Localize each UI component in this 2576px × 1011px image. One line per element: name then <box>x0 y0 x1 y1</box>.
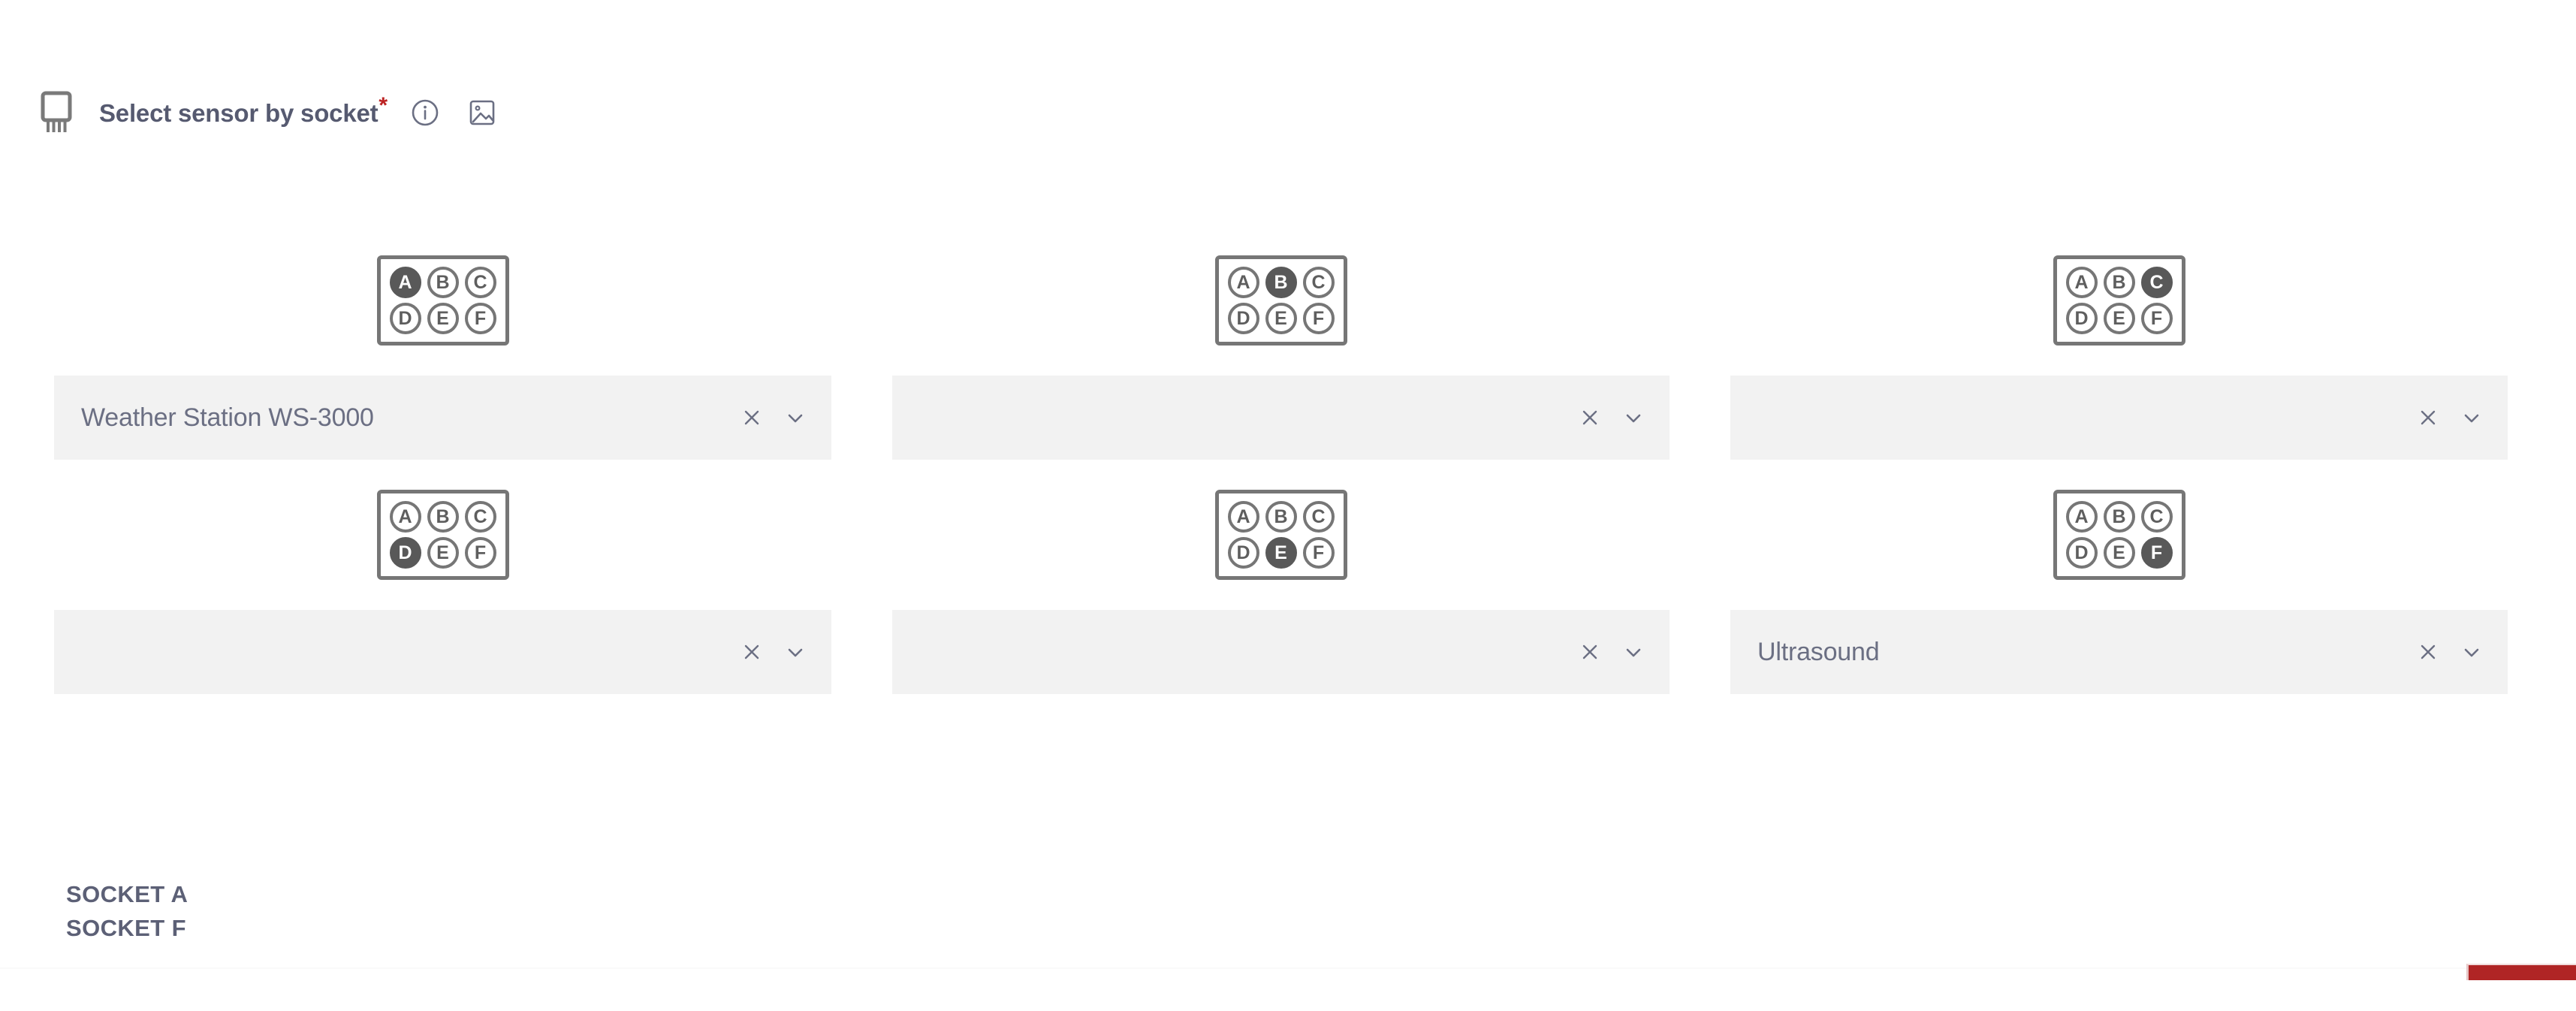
sensor-select-e[interactable] <box>892 610 1670 694</box>
socket-pin-d[interactable]: D <box>2065 537 2098 569</box>
socket-pin-e[interactable]: E <box>1265 303 1297 334</box>
required-marker: * <box>379 92 388 118</box>
socket-pin-f[interactable]: F <box>464 303 496 334</box>
socket-pin-d[interactable]: D <box>1227 537 1259 569</box>
page-title: Select sensor by socket* <box>99 94 388 127</box>
list-item: SOCKET A <box>66 881 189 907</box>
socket-pin-c[interactable]: C <box>2140 501 2173 533</box>
sensor-select-c[interactable] <box>1730 376 2508 460</box>
socket-selector-grid: A B C D E F Weather Station WS-3000 A B … <box>0 225 2576 694</box>
socket-cell-b: A B C D E F <box>892 225 1670 460</box>
socket-cell-c: A B C D E F <box>1730 225 2508 460</box>
socket-diagram-c[interactable]: A B C D E F <box>1730 225 2508 376</box>
socket-pin-d[interactable]: D <box>389 537 421 569</box>
primary-action-button[interactable] <box>2466 964 2576 980</box>
info-circle-icon[interactable] <box>410 98 440 128</box>
sensor-select-value-a: Weather Station WS-3000 <box>81 405 374 430</box>
socket-pin-b[interactable]: B <box>1265 501 1297 533</box>
bottom-divider <box>0 967 2576 969</box>
socket-pin-c[interactable]: C <box>464 501 496 533</box>
socket-pin-b[interactable]: B <box>427 501 459 533</box>
sensor-select-value-f: Ultrasound <box>1757 639 1880 665</box>
chevron-down-icon[interactable] <box>779 635 812 668</box>
sensor-chip-icon <box>39 91 74 134</box>
socket-pin-f[interactable]: F <box>1302 537 1335 569</box>
socket-pin-f[interactable]: F <box>1302 303 1335 334</box>
socket-pin-c[interactable]: C <box>1302 501 1335 533</box>
socket-pin-e[interactable]: E <box>2103 537 2135 569</box>
list-item: SOCKET F <box>66 915 186 941</box>
socket-pin-map: A B C D E F <box>376 255 509 346</box>
socket-pin-map: A B C D E F <box>2053 255 2185 346</box>
socket-pin-map: A B C D E F <box>1214 490 1347 580</box>
socket-diagram-a[interactable]: A B C D E F <box>54 225 831 376</box>
socket-cell-d: A B C D E F <box>54 460 831 694</box>
socket-pin-a[interactable]: A <box>389 501 421 533</box>
socket-row-bottom: A B C D E F A B C D E F A B C D E F Ultr… <box>0 460 2576 694</box>
socket-pin-f[interactable]: F <box>464 537 496 569</box>
clear-x-icon[interactable] <box>2412 401 2445 434</box>
socket-pin-c[interactable]: C <box>464 267 496 298</box>
socket-pin-b[interactable]: B <box>427 267 459 298</box>
socket-cell-f: A B C D E F Ultrasound <box>1730 460 2508 694</box>
socket-diagram-e[interactable]: A B C D E F <box>892 460 1670 610</box>
clear-x-icon[interactable] <box>1573 635 1606 668</box>
socket-pin-map: A B C D E F <box>1214 255 1347 346</box>
socket-pin-b[interactable]: B <box>2103 501 2135 533</box>
sensor-select-d[interactable] <box>54 610 831 694</box>
socket-cell-e: A B C D E F <box>892 460 1670 694</box>
clear-x-icon[interactable] <box>735 635 768 668</box>
field-label-text: Select sensor by socket <box>99 98 379 127</box>
socket-pin-d[interactable]: D <box>389 303 421 334</box>
socket-cell-a: A B C D E F Weather Station WS-3000 <box>54 225 831 460</box>
chevron-down-icon[interactable] <box>1617 635 1650 668</box>
socket-pin-a[interactable]: A <box>2065 501 2098 533</box>
sensor-select-b[interactable] <box>892 376 1670 460</box>
socket-pin-d[interactable]: D <box>2065 303 2098 334</box>
socket-pin-a[interactable]: A <box>1227 501 1259 533</box>
socket-pin-f[interactable]: F <box>2140 537 2173 569</box>
clear-x-icon[interactable] <box>1573 401 1606 434</box>
socket-pin-map: A B C D E F <box>376 490 509 580</box>
socket-pin-e[interactable]: E <box>2103 303 2135 334</box>
socket-diagram-f[interactable]: A B C D E F <box>1730 460 2508 610</box>
socket-pin-d[interactable]: D <box>1227 303 1259 334</box>
socket-pin-a[interactable]: A <box>2065 267 2098 298</box>
selected-socket-list: SOCKET A SOCKET F <box>66 883 188 940</box>
clear-x-icon[interactable] <box>2412 635 2445 668</box>
socket-pin-b[interactable]: B <box>2103 267 2135 298</box>
socket-pin-b[interactable]: B <box>1265 267 1297 298</box>
sensor-select-f[interactable]: Ultrasound <box>1730 610 2508 694</box>
socket-pin-a[interactable]: A <box>389 267 421 298</box>
field-header: Select sensor by socket* <box>39 90 497 135</box>
socket-pin-e[interactable]: E <box>427 303 459 334</box>
clear-x-icon[interactable] <box>735 401 768 434</box>
chevron-down-icon[interactable] <box>2455 635 2488 668</box>
socket-pin-e[interactable]: E <box>1265 537 1297 569</box>
chevron-down-icon[interactable] <box>779 401 812 434</box>
socket-pin-c[interactable]: C <box>2140 267 2173 298</box>
chevron-down-icon[interactable] <box>1617 401 1650 434</box>
socket-row-top: A B C D E F Weather Station WS-3000 A B … <box>0 225 2576 460</box>
socket-pin-e[interactable]: E <box>427 537 459 569</box>
sensor-select-a[interactable]: Weather Station WS-3000 <box>54 376 831 460</box>
socket-pin-f[interactable]: F <box>2140 303 2173 334</box>
socket-pin-a[interactable]: A <box>1227 267 1259 298</box>
socket-diagram-b[interactable]: A B C D E F <box>892 225 1670 376</box>
image-preview-icon[interactable] <box>467 98 497 128</box>
socket-diagram-d[interactable]: A B C D E F <box>54 460 831 610</box>
socket-pin-map: A B C D E F <box>2053 490 2185 580</box>
chevron-down-icon[interactable] <box>2455 401 2488 434</box>
socket-pin-c[interactable]: C <box>1302 267 1335 298</box>
